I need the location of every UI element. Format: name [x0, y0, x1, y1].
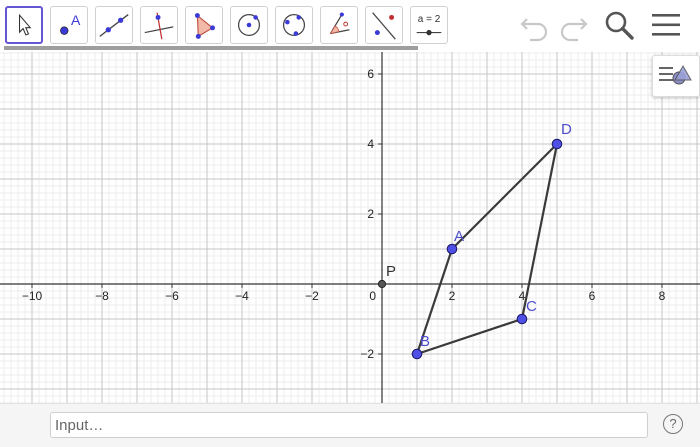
- redo-button[interactable]: [556, 8, 590, 42]
- y-tick-label: 6: [367, 67, 374, 81]
- style-bar-toggle-button[interactable]: [652, 55, 700, 97]
- x-tick-label: −10: [22, 289, 43, 303]
- toolbar-scrollbar[interactable]: [4, 46, 418, 50]
- x-tick-label: 2: [449, 289, 456, 303]
- search-icon: [605, 11, 634, 40]
- point-D[interactable]: [551, 138, 563, 150]
- slider-tool-button[interactable]: a = 2: [410, 6, 448, 44]
- point-label-A: A: [454, 228, 464, 245]
- point-label-B: B: [420, 333, 430, 350]
- segment-AD: [450, 142, 559, 251]
- point-B[interactable]: [411, 348, 423, 360]
- redo-icon: [560, 18, 588, 42]
- reflect-icon: [372, 12, 396, 40]
- point-A[interactable]: [446, 243, 458, 255]
- input-bar: ?: [0, 403, 700, 447]
- y-tick-label: 4: [367, 137, 374, 151]
- point-tool-button[interactable]: A: [50, 6, 88, 44]
- perpendicular-line-tool-button[interactable]: [140, 6, 178, 44]
- x-tick-label: −2: [305, 289, 319, 303]
- perpendicular-line-icon: [144, 12, 174, 40]
- x-tick-label: 6: [589, 289, 596, 303]
- point-label-P: P: [386, 263, 396, 280]
- point-icon: [60, 26, 69, 35]
- coordinate-plane[interactable]: −10 −8 −6 −4 −2 2 4 6 8642−20 ABCDP: [0, 52, 700, 403]
- line-icon: [99, 14, 129, 37]
- point-label-C: C: [526, 298, 537, 315]
- undo-icon: [520, 18, 548, 42]
- origin-label: 0: [369, 289, 376, 303]
- x-tick-label: −4: [235, 289, 249, 303]
- help-icon[interactable]: ?: [663, 414, 683, 434]
- slider-icon: [416, 29, 442, 36]
- circle-center-icon: [237, 13, 261, 37]
- angle-tool-button[interactable]: [320, 6, 358, 44]
- toolbar: A a = 2: [0, 0, 700, 52]
- x-tick-label: 8: [659, 289, 666, 303]
- cursor-arrow-icon: [18, 13, 32, 36]
- segment-DC: [520, 142, 559, 321]
- search-button[interactable]: [602, 8, 636, 42]
- circle-center-point-tool-button[interactable]: [230, 6, 268, 44]
- segment-CB: [415, 317, 524, 356]
- polygon-icon: [194, 13, 215, 39]
- main-menu-button[interactable]: [649, 8, 683, 42]
- move-tool-button[interactable]: [5, 6, 43, 44]
- style-bar-icon: [659, 64, 692, 85]
- reflect-tool-button[interactable]: [365, 6, 403, 44]
- graphics-view[interactable]: −10 −8 −6 −4 −2 2 4 6 8 6 4 2 −2 0 ABCDP: [0, 52, 700, 403]
- point-P[interactable]: [377, 279, 387, 289]
- circle-three-points-icon: [282, 13, 306, 37]
- polygon-tool-button[interactable]: [185, 6, 223, 44]
- x-tick-label: −6: [165, 289, 179, 303]
- undo-button[interactable]: [518, 8, 552, 42]
- circle-three-points-tool-button[interactable]: [275, 6, 313, 44]
- algebra-input-field[interactable]: [50, 412, 648, 438]
- minor-grid: [0, 52, 700, 403]
- line-tool-button[interactable]: [95, 6, 133, 44]
- point-tool-label: A: [71, 12, 81, 28]
- y-tick-label: −2: [360, 347, 374, 361]
- angle-icon: [329, 12, 350, 35]
- menu-icon: [652, 14, 680, 36]
- point-label-D: D: [561, 121, 572, 138]
- point-C[interactable]: [516, 313, 528, 325]
- y-tick-label: 2: [367, 207, 374, 221]
- x-tick-label: −8: [95, 289, 109, 303]
